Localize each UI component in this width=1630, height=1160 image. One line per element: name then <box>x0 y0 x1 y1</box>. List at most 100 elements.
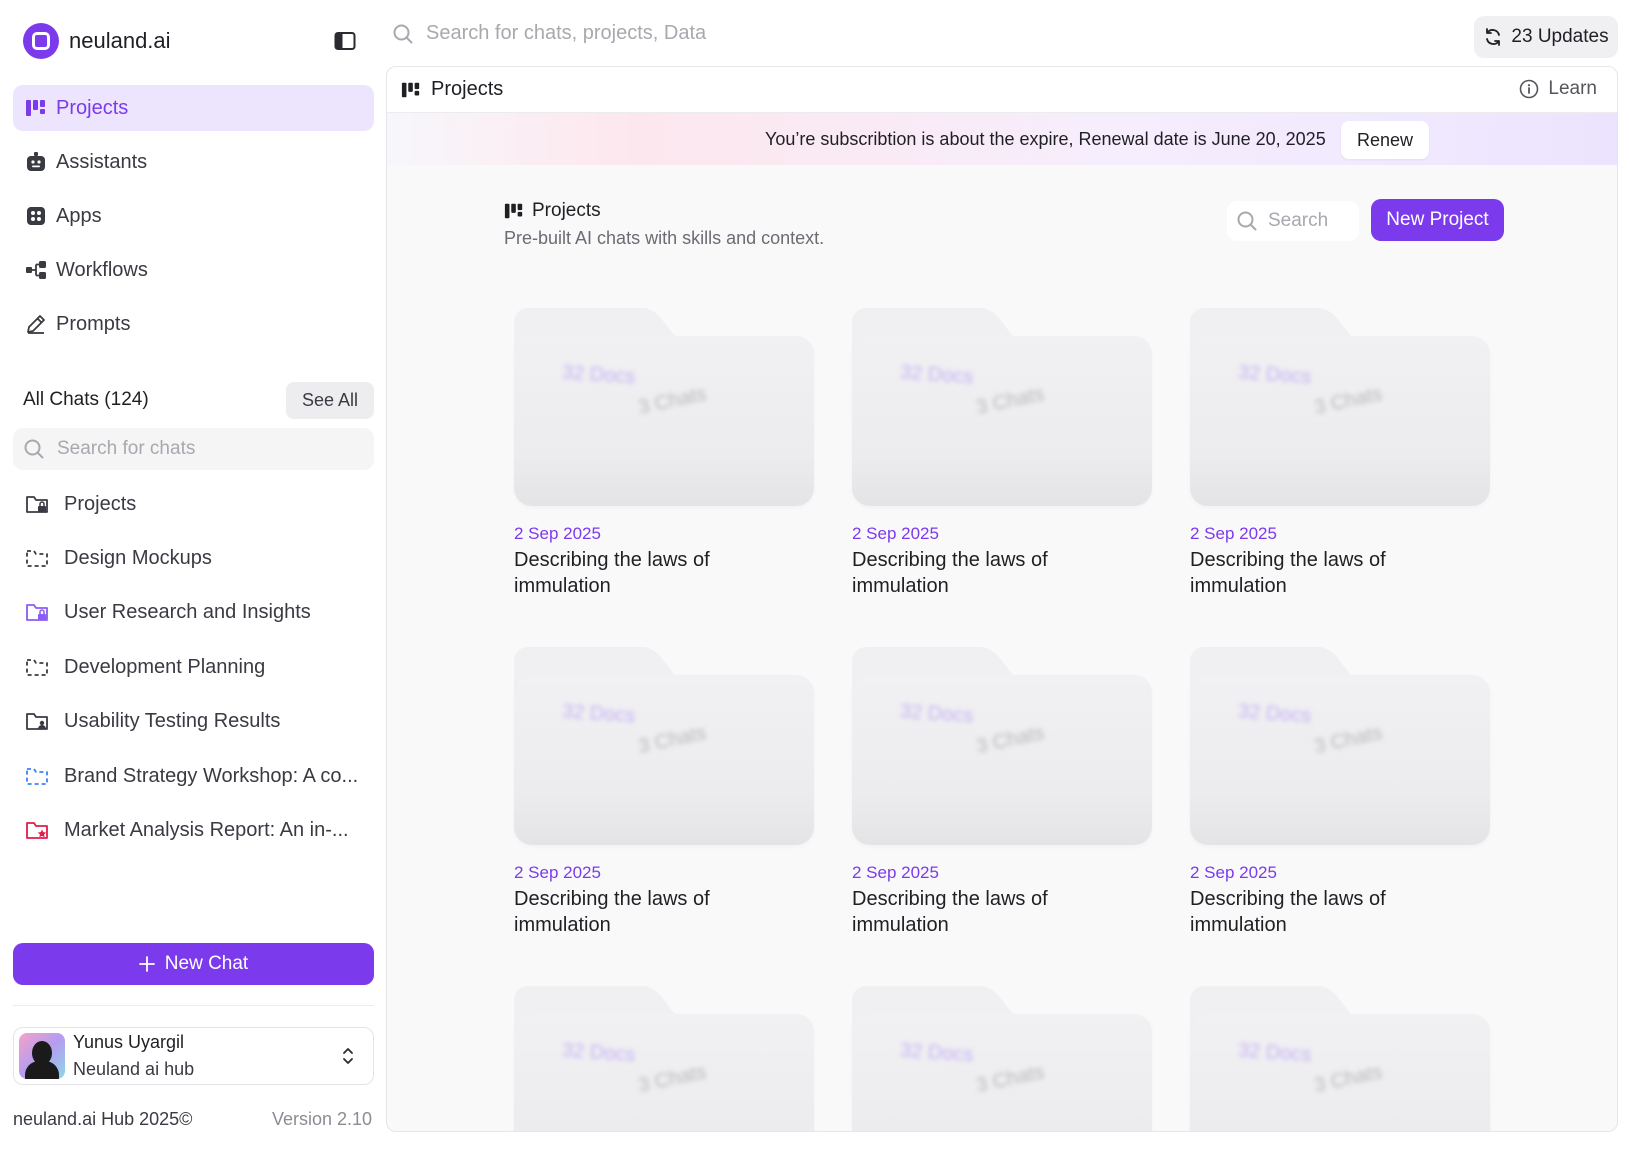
nav-label: Assistants <box>56 150 148 173</box>
chat-item[interactable]: Design Mockups <box>25 531 375 585</box>
user-org: Neuland ai hub <box>73 1059 195 1079</box>
panel-header: Projects Learn <box>387 67 1617 113</box>
renew-button[interactable]: Renew <box>1341 121 1429 159</box>
nav-label: Workflows <box>56 258 148 281</box>
project-search-input[interactable] <box>1268 210 1348 232</box>
folder-dashed-icon <box>26 550 48 567</box>
chevron-up-down-icon <box>343 1048 353 1064</box>
brand-logo-icon <box>23 23 59 59</box>
section-subtitle: Pre-built AI chats with skills and conte… <box>504 228 825 248</box>
chat-item-label: Projects <box>64 492 137 515</box>
chat-item[interactable]: Usability Testing Results <box>25 695 375 749</box>
folder-dashed-icon <box>26 658 48 676</box>
panel-title: Projects <box>431 78 504 100</box>
folder-star-icon <box>26 822 48 839</box>
folder-preview: 32 Docs 3 Chats <box>852 647 1152 845</box>
chat-item-label: Brand Strategy Workshop: A co... <box>64 764 359 787</box>
project-card[interactable]: 32 Docs 3 Chats <box>852 986 1152 1131</box>
user-switcher[interactable]: Yunus Uyargil Neuland ai hub <box>13 1027 374 1085</box>
project-card[interactable]: 32 Docs 3 Chats <box>1190 986 1490 1131</box>
project-date: 2 Sep 2025 <box>514 863 601 882</box>
plus-icon <box>138 956 155 972</box>
search-icon <box>24 439 44 459</box>
project-title: Describing the laws of immulation <box>514 549 710 597</box>
workflow-icon <box>26 261 46 279</box>
projects-icon <box>401 82 420 97</box>
refresh-icon <box>1486 28 1501 46</box>
all-chats-header: All Chats (124) See All <box>23 381 374 419</box>
project-card[interactable]: 32 Docs 3 Chats 2 Sep 2025 Describing the… <box>514 647 814 938</box>
project-date: 2 Sep 2025 <box>852 524 939 543</box>
folder-dashed-icon <box>26 767 48 785</box>
global-search <box>392 22 1026 45</box>
brand[interactable]: neuland.ai <box>23 23 171 59</box>
folder-preview: 32 Docs 3 Chats <box>514 308 814 506</box>
chat-list: Projects Design Mockups User Research an… <box>25 477 375 858</box>
folder-preview: 32 Docs 3 Chats <box>852 308 1152 506</box>
projects-icon <box>26 100 45 116</box>
projects-section-header: Projects Pre-built AI chats with skills … <box>504 200 824 249</box>
project-date: 2 Sep 2025 <box>514 524 601 543</box>
see-all-button[interactable]: See All <box>285 381 374 419</box>
project-card[interactable]: 32 Docs 3 Chats <box>514 986 814 1131</box>
section-title: Projects <box>532 200 601 221</box>
learn-button[interactable]: Learn <box>1519 78 1597 100</box>
project-title: Describing the laws of immulation <box>852 888 1048 936</box>
chat-item[interactable]: Brand Strategy Workshop: A co... <box>25 749 375 803</box>
project-card[interactable]: 32 Docs 3 Chats 2 Sep 2025 Describing the… <box>852 647 1152 938</box>
user-name: Yunus Uyargil <box>73 1032 185 1052</box>
projects-icon <box>504 203 523 219</box>
nav-item-prompts[interactable]: Prompts <box>13 301 374 347</box>
project-title: Describing the laws of immulation <box>852 549 1048 597</box>
nav-item-workflows[interactable]: Workflows <box>13 247 374 293</box>
project-date: 2 Sep 2025 <box>1190 863 1277 882</box>
nav-label: Projects <box>56 96 129 119</box>
chat-item[interactable]: User Research and Insights <box>25 586 375 640</box>
avatar <box>19 1033 65 1079</box>
subscription-banner: You’re subscribtion is about the expire,… <box>387 113 1617 165</box>
pencil-icon <box>27 315 45 334</box>
project-date: 2 Sep 2025 <box>1190 524 1277 543</box>
nav-item-apps[interactable]: Apps <box>13 193 374 239</box>
new-chat-button[interactable]: New Chat <box>13 943 374 985</box>
main-nav: Projects Assistants Apps Workflows Promp… <box>13 85 374 355</box>
updates-button[interactable]: 23 Updates <box>1474 16 1618 58</box>
sidebar-divider <box>13 1005 374 1006</box>
project-card[interactable]: 32 Docs 3 Chats 2 Sep 2025 Describing the… <box>1190 647 1490 938</box>
footer-version: Version 2.10 <box>272 1109 373 1129</box>
folder-user-icon <box>26 713 48 731</box>
project-title: Describing the laws of immulation <box>514 888 710 936</box>
chat-item[interactable]: Development Planning <box>25 640 375 694</box>
search-icon <box>1237 211 1257 231</box>
nav-label: Prompts <box>56 312 131 335</box>
new-chat-label: New Chat <box>164 953 249 974</box>
project-date: 2 Sep 2025 <box>852 863 939 882</box>
chat-item[interactable]: Market Analysis Report: An in-... <box>25 803 375 857</box>
nav-item-assistants[interactable]: Assistants <box>13 139 374 185</box>
banner-text: You’re subscribtion is about the expire,… <box>765 129 1326 149</box>
info-icon <box>1520 79 1539 99</box>
sidebar-collapse-icon[interactable] <box>334 31 356 51</box>
chat-search-input[interactable] <box>57 438 347 460</box>
nav-item-projects[interactable]: Projects <box>13 85 374 131</box>
chat-item[interactable]: Projects <box>25 477 375 531</box>
project-card[interactable]: 32 Docs 3 Chats 2 Sep 2025 Describing the… <box>1190 308 1490 599</box>
chat-item-label: Development Planning <box>64 655 266 678</box>
folder-preview: 32 Docs 3 Chats <box>852 986 1152 1131</box>
brand-name: neuland.ai <box>69 28 171 53</box>
chat-item-label: User Research and Insights <box>64 601 311 624</box>
project-card[interactable]: 32 Docs 3 Chats 2 Sep 2025 Describing the… <box>852 308 1152 599</box>
new-project-button[interactable]: New Project <box>1371 199 1504 241</box>
search-icon <box>393 24 413 43</box>
nav-label: Apps <box>56 204 102 227</box>
global-search-input[interactable] <box>426 22 1026 45</box>
project-card[interactable]: 32 Docs 3 Chats 2 Sep 2025 Describing the… <box>514 308 814 599</box>
folder-preview: 32 Docs 3 Chats <box>514 647 814 845</box>
sidebar: neuland.ai Projects Assistants Apps Work… <box>0 0 386 1160</box>
learn-label: Learn <box>1548 78 1597 99</box>
folder-lock-icon <box>26 604 48 622</box>
project-search <box>1227 201 1359 241</box>
chat-item-label: Design Mockups <box>64 547 212 570</box>
apps-icon <box>27 207 45 225</box>
folder-lock-icon <box>26 495 48 513</box>
